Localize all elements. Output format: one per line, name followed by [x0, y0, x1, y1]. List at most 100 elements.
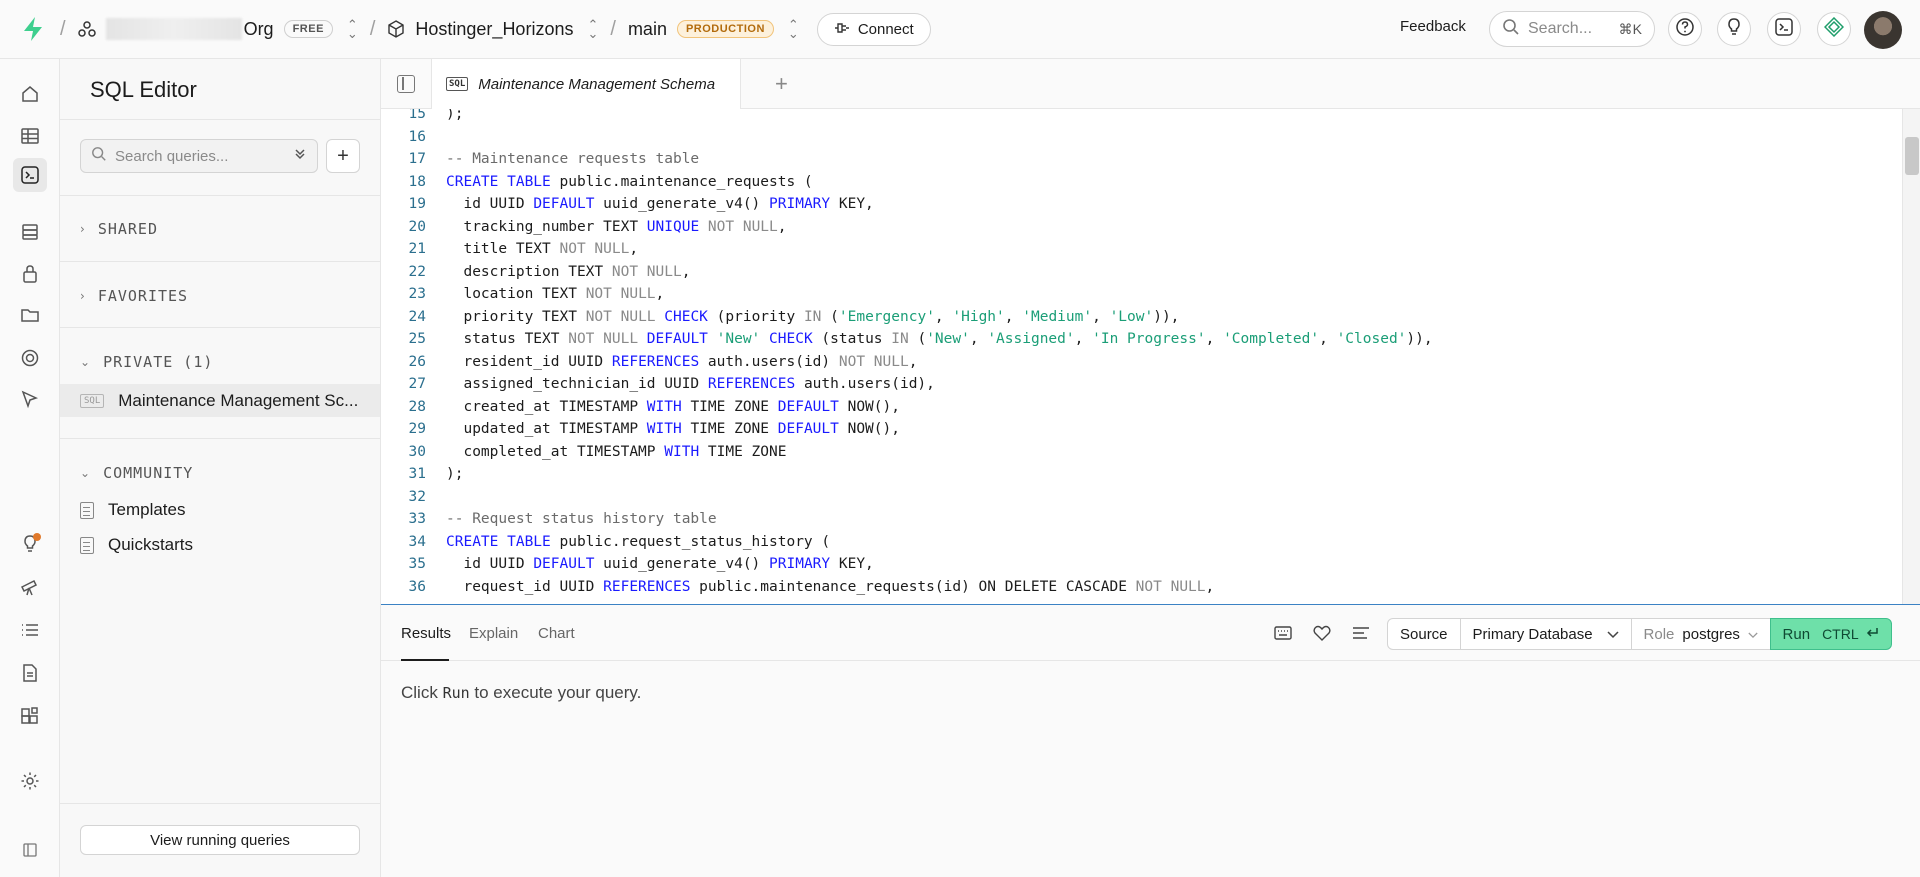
- run-label: Run: [1782, 625, 1811, 643]
- code-line[interactable]: 33 -- Request status history table: [381, 511, 717, 533]
- heart-icon[interactable]: [1312, 623, 1332, 643]
- chevron-right-icon: ›: [80, 222, 86, 236]
- sql-code-editor[interactable]: 15); 16 17 -- Maintenance requests table 18 C…: [381, 109, 1920, 604]
- home-icon[interactable]: [13, 77, 47, 111]
- sql-editor-icon[interactable]: [13, 158, 47, 192]
- sql-file-icon: SQL: [446, 77, 469, 91]
- run-shortcut: CTRL: [1822, 626, 1859, 642]
- search-queries-placeholder: Search queries...: [115, 147, 229, 165]
- assistant-button[interactable]: [1817, 12, 1851, 46]
- supabase-logo-icon[interactable]: [18, 14, 48, 44]
- role-label: Role: [1643, 625, 1675, 643]
- section-favorites[interactable]: › FAVORITES: [80, 287, 188, 305]
- code-text: request_id UUID REFERENCES public.mainte…: [446, 578, 1215, 595]
- section-private[interactable]: ⌄ PRIVATE (1): [80, 353, 213, 371]
- advisors-lightbulb-icon[interactable]: [13, 527, 47, 561]
- run-controls: Source Primary Database Role postgres Ru…: [1387, 618, 1892, 650]
- database-icon[interactable]: [13, 215, 47, 249]
- results-panel: Results Explain Chart Source Primary Dat…: [381, 604, 1920, 877]
- connect-button[interactable]: Connect: [816, 12, 931, 46]
- community-item-templates[interactable]: Templates: [80, 500, 185, 520]
- chevrons-down-icon[interactable]: [293, 147, 307, 165]
- code-line[interactable]: 36 request_id UUID REFERENCES public.mai…: [381, 579, 1215, 601]
- branch-breadcrumb[interactable]: main PRODUCTION ⌃ ⌄: [628, 18, 799, 40]
- code-line[interactable]: 31);: [381, 466, 464, 488]
- code-line[interactable]: 28 created_at TIMESTAMP WITH TIME ZONE D…: [381, 399, 900, 421]
- code-line[interactable]: 22 description TEXT NOT NULL,: [381, 264, 691, 286]
- logs-list-icon[interactable]: [13, 613, 47, 647]
- editor-scrollbar[interactable]: [1902, 109, 1920, 604]
- format-align-icon[interactable]: [1351, 623, 1371, 643]
- keyboard-icon[interactable]: [1273, 623, 1293, 643]
- collapse-rail-icon[interactable]: [13, 833, 47, 867]
- plus-icon: +: [337, 144, 349, 167]
- scrollbar-thumb[interactable]: [1905, 137, 1919, 175]
- project-breadcrumb[interactable]: Hostinger_Horizons ⌃ ⌄: [387, 18, 598, 40]
- api-docs-icon[interactable]: [13, 656, 47, 690]
- view-running-queries-button[interactable]: View running queries: [80, 825, 360, 855]
- section-community[interactable]: ⌄ COMMUNITY: [80, 464, 193, 482]
- divider: [60, 195, 381, 196]
- storage-icon[interactable]: [13, 298, 47, 332]
- code-line[interactable]: 24 priority TEXT NOT NULL CHECK (priorit…: [381, 309, 1180, 331]
- help-button[interactable]: [1668, 12, 1702, 46]
- table-editor-icon[interactable]: [13, 119, 47, 153]
- private-query-item[interactable]: SQL Maintenance Management Sc...: [60, 384, 380, 417]
- code-line[interactable]: 26 resident_id UUID REFERENCES auth.user…: [381, 353, 918, 376]
- sidebar-toggle-icon[interactable]: [397, 75, 415, 93]
- settings-gear-icon[interactable]: [13, 764, 47, 798]
- search-queries-input[interactable]: Search queries...: [80, 139, 318, 173]
- org-breadcrumb[interactable]: Org FREE ⌃ ⌄: [77, 18, 358, 40]
- line-number: 18: [408, 173, 426, 190]
- code-line[interactable]: 34 CREATE TABLE public.request_status_his…: [381, 534, 831, 556]
- sidebar-title: SQL Editor: [90, 77, 197, 102]
- code-line[interactable]: 32: [381, 489, 426, 511]
- terminal-button[interactable]: [1767, 12, 1801, 46]
- code-line[interactable]: 15);: [381, 109, 464, 128]
- new-query-button[interactable]: +: [326, 139, 360, 173]
- realtime-icon[interactable]: [13, 341, 47, 375]
- lightbulb-icon: [1724, 17, 1744, 42]
- tab-results[interactable]: Results: [401, 625, 451, 642]
- code-line[interactable]: 21 title TEXT NOT NULL,: [381, 241, 639, 263]
- role-select[interactable]: Role postgres: [1630, 618, 1771, 650]
- branch-switcher-icon[interactable]: ⌃ ⌄: [788, 18, 799, 40]
- run-button[interactable]: Run CTRL: [1769, 618, 1892, 650]
- reports-telescope-icon[interactable]: [13, 570, 47, 604]
- code-line[interactable]: 30 completed_at TIMESTAMP WITH TIME ZONE: [381, 443, 787, 466]
- feedback-button[interactable]: Feedback: [1400, 18, 1466, 35]
- project-switcher-icon[interactable]: ⌃ ⌄: [587, 18, 598, 40]
- avatar[interactable]: [1864, 11, 1902, 49]
- tab-explain[interactable]: Explain: [469, 625, 518, 642]
- whats-new-button[interactable]: [1717, 12, 1751, 46]
- code-line[interactable]: 23 location TEXT NOT NULL,: [381, 286, 665, 308]
- tab-chart[interactable]: Chart: [538, 625, 575, 642]
- line-number: 32: [408, 488, 426, 505]
- line-number: 30: [408, 443, 426, 460]
- code-text: -- Request status history table: [446, 511, 717, 527]
- section-shared[interactable]: › SHARED: [80, 220, 158, 238]
- code-line[interactable]: 20 tracking_number TEXT UNIQUE NOT NULL,: [381, 219, 787, 241]
- community-item-quickstarts[interactable]: Quickstarts: [80, 535, 193, 555]
- code-text: title TEXT NOT NULL,: [446, 241, 639, 257]
- production-badge: PRODUCTION: [676, 20, 774, 38]
- breadcrumb-separator: /: [369, 17, 376, 40]
- authentication-icon[interactable]: [13, 257, 47, 291]
- database-select[interactable]: Primary Database: [1459, 618, 1632, 650]
- edge-functions-icon[interactable]: [13, 382, 47, 416]
- org-switcher-icon[interactable]: ⌃ ⌄: [347, 18, 358, 40]
- new-tab-button[interactable]: +: [775, 71, 788, 97]
- code-line[interactable]: 35 id UUID DEFAULT uuid_generate_v4() PR…: [381, 556, 874, 578]
- code-line[interactable]: 17 -- Maintenance requests table: [381, 151, 700, 173]
- code-line[interactable]: 16: [381, 129, 426, 151]
- code-line[interactable]: 19 id UUID DEFAULT uuid_generate_v4() PR…: [381, 196, 874, 218]
- code-line[interactable]: 27 assigned_technician_id UUID REFERENCE…: [381, 376, 935, 398]
- terminal-icon: [1774, 17, 1794, 42]
- code-line[interactable]: 25 status TEXT NOT NULL DEFAULT 'New' CH…: [381, 331, 1433, 353]
- code-line[interactable]: 18 CREATE TABLE public.maintenance_reques…: [381, 173, 813, 196]
- integrations-icon[interactable]: [13, 699, 47, 733]
- tab-maintenance-schema[interactable]: SQL Maintenance Management Schema: [431, 59, 741, 109]
- line-number: 26: [408, 353, 426, 370]
- global-search-input[interactable]: Search... ⌘K: [1489, 11, 1655, 47]
- code-line[interactable]: 29 updated_at TIMESTAMP WITH TIME ZONE D…: [381, 421, 900, 443]
